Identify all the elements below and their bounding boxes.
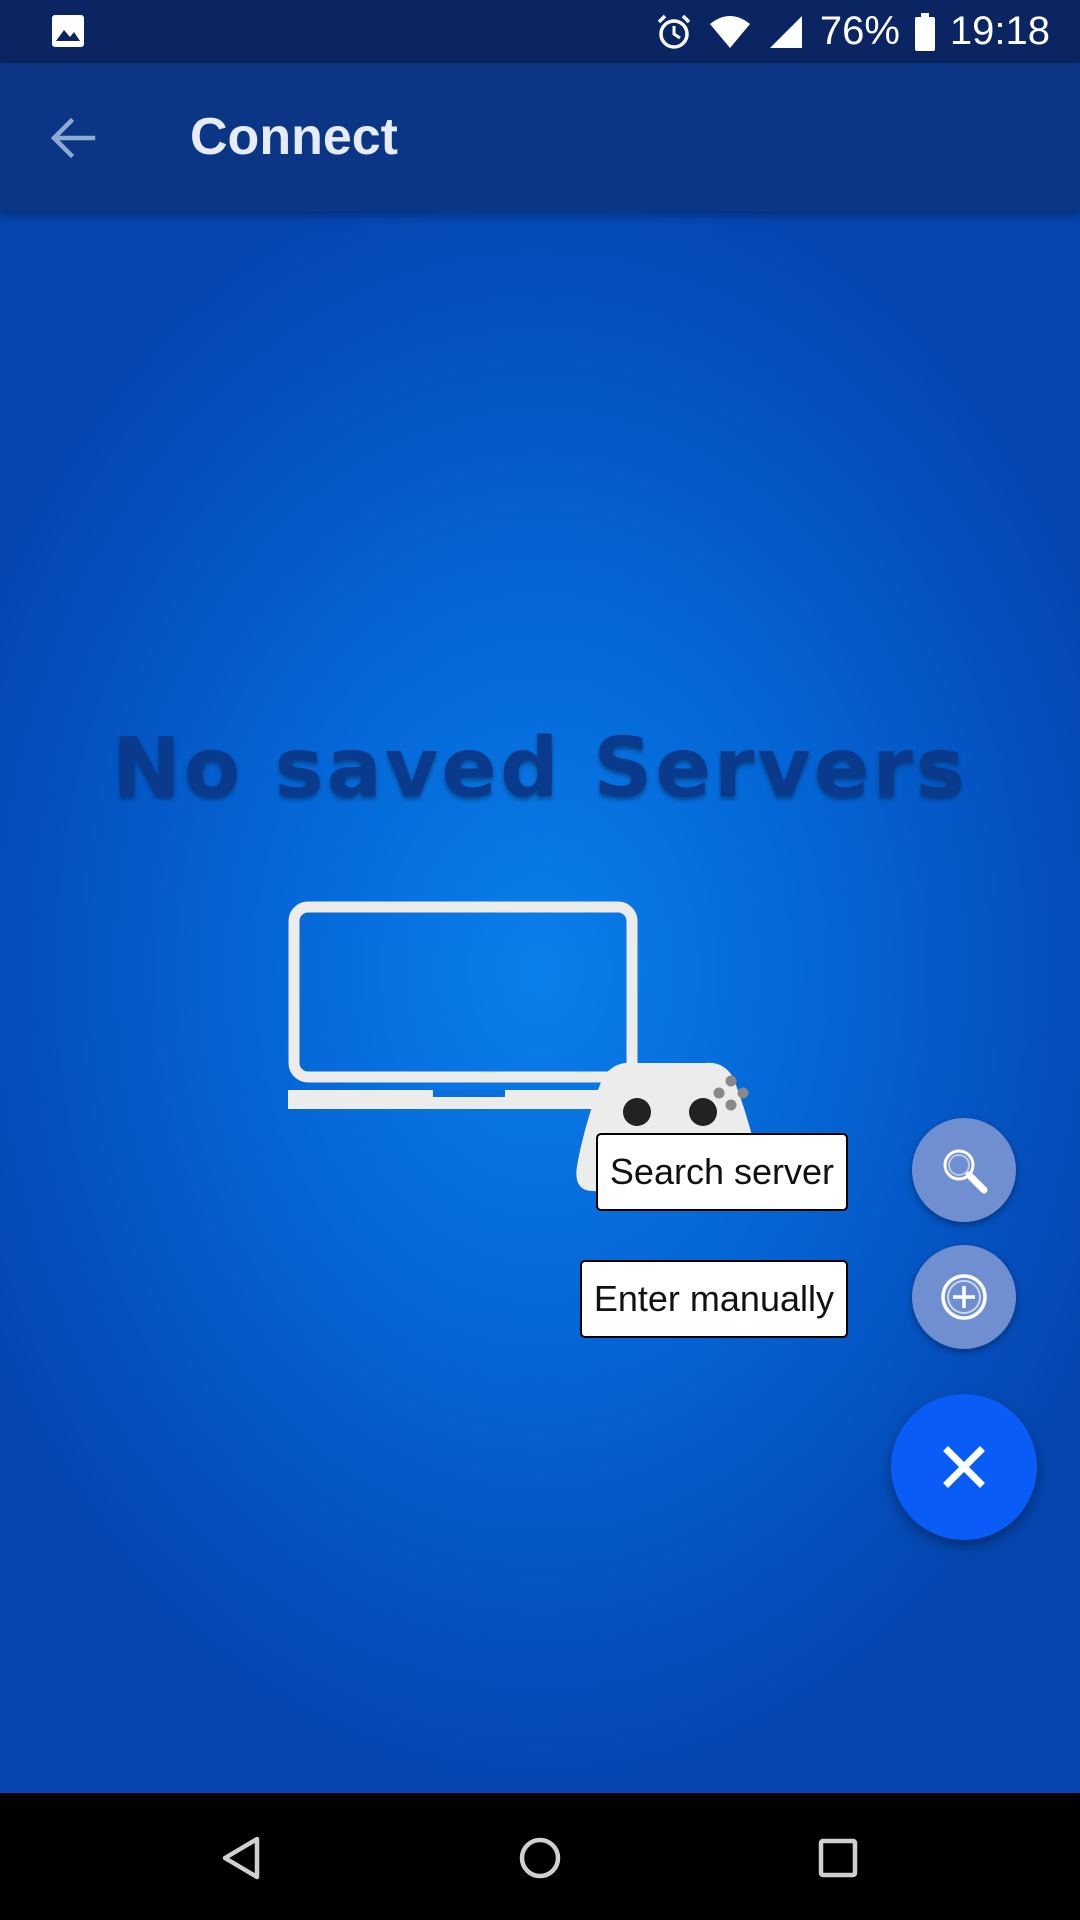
recents-square-icon — [818, 1838, 858, 1878]
signal-icon — [769, 15, 802, 48]
close-icon — [943, 1446, 985, 1488]
alarm-icon — [657, 14, 691, 49]
status-icons: 76% 19:18 — [654, 0, 1050, 63]
search-server-label[interactable]: Search server — [595, 1133, 848, 1211]
empty-state-title: No saved Servers — [112, 721, 968, 816]
main-content: No saved Servers — [0, 211, 1080, 1793]
laptop-icon — [288, 901, 638, 1109]
connect-screen: 76% 19:18 Connect No saved Servers Searc… — [0, 0, 1080, 1920]
battery-icon — [914, 12, 935, 51]
wifi-icon — [709, 15, 750, 48]
nav-recents-button[interactable] — [803, 1823, 873, 1893]
nav-home-button[interactable] — [505, 1823, 575, 1893]
search-server-button[interactable] — [912, 1118, 1016, 1222]
enter-manually-button[interactable] — [912, 1245, 1016, 1349]
arrow-left-icon — [50, 117, 96, 159]
battery-percent: 76% — [819, 9, 900, 53]
back-triangle-icon — [222, 1836, 260, 1880]
search-icon — [943, 1149, 988, 1194]
close-fab-button[interactable] — [891, 1394, 1037, 1540]
page-title: Connect — [190, 108, 398, 166]
home-circle-icon — [519, 1837, 561, 1879]
enter-manually-label[interactable]: Enter manually — [579, 1260, 848, 1338]
status-bar: 76% 19:18 — [0, 0, 1080, 63]
add-circle-icon — [941, 1274, 987, 1320]
clock: 19:18 — [949, 9, 1050, 53]
app-bar: Connect — [0, 63, 1080, 211]
back-button[interactable] — [40, 108, 106, 168]
image-icon — [52, 15, 84, 47]
nav-back-button[interactable] — [207, 1823, 277, 1893]
system-nav-bar — [0, 1793, 1080, 1920]
